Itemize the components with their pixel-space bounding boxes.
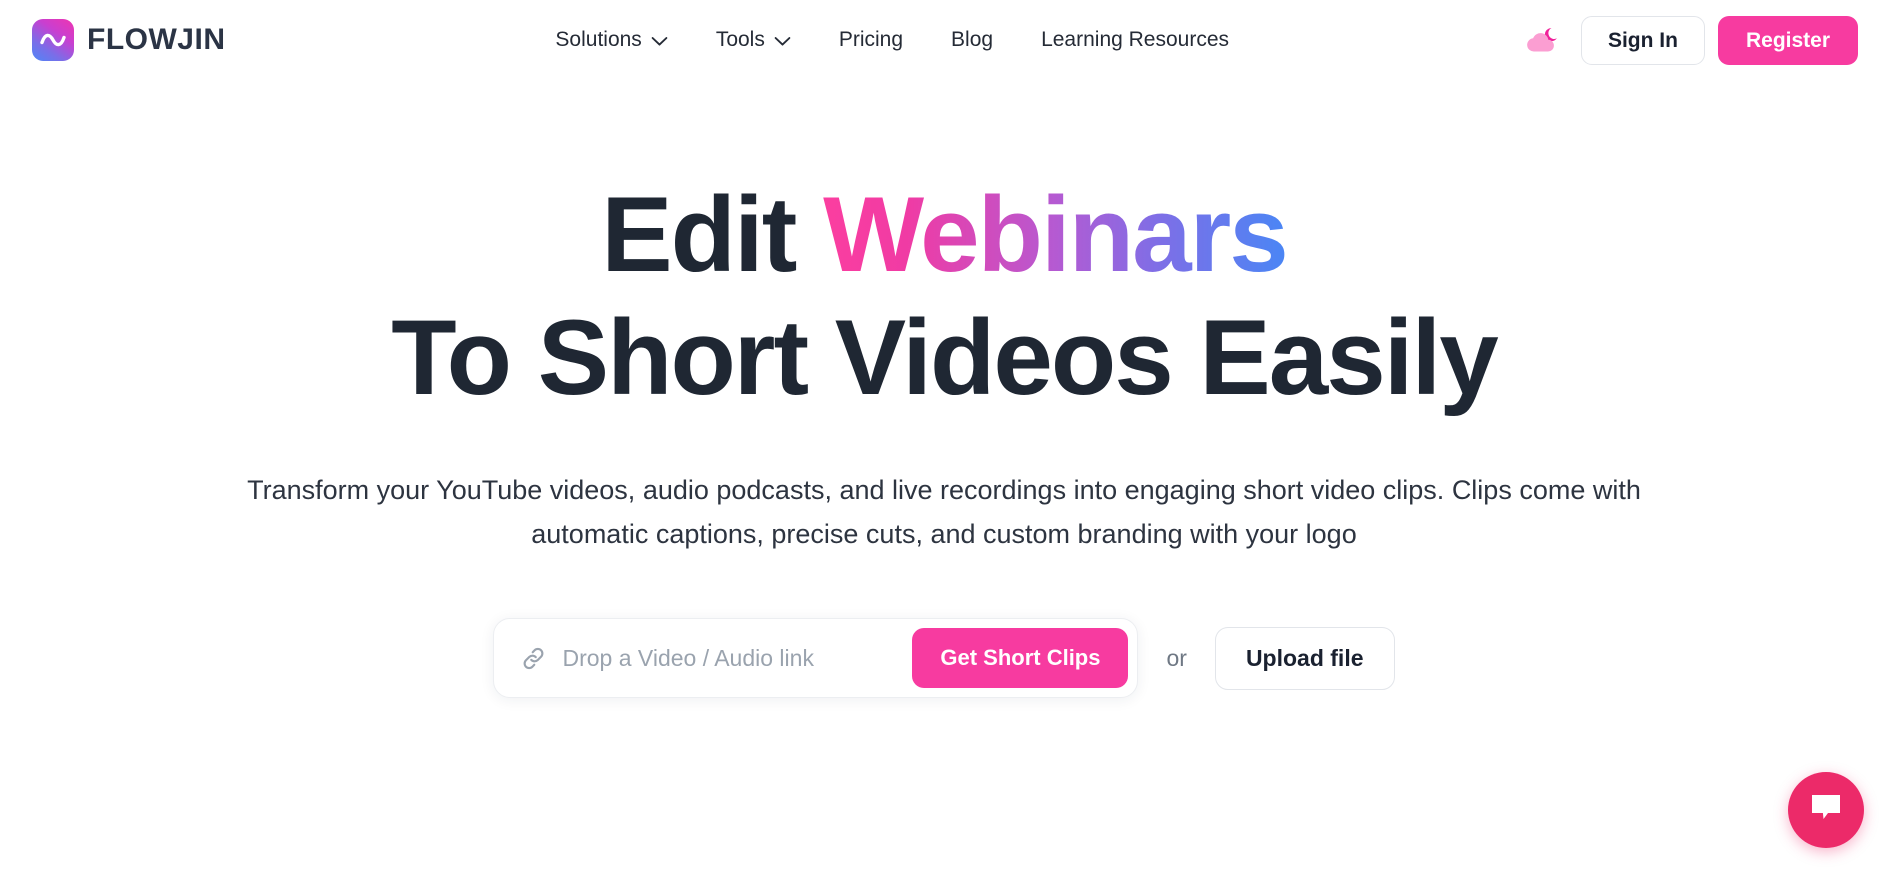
nav-item-label: Tools — [715, 28, 765, 51]
nav-item-blog[interactable]: Blog — [927, 20, 1017, 60]
cloud-moon-icon[interactable] — [1517, 19, 1569, 61]
sign-in-button[interactable]: Sign In — [1580, 15, 1705, 65]
brand-logo[interactable]: FLOWJIN — [32, 19, 226, 61]
brand-name: FLOWJIN — [87, 23, 226, 56]
upload-file-button[interactable]: Upload file — [1214, 626, 1395, 690]
chevron-down-icon — [774, 36, 791, 47]
header-actions: Sign In Register — [1517, 15, 1858, 65]
hero-cta-row: Get Short Clips or Upload file — [0, 618, 1888, 699]
nav-item-learning-resources[interactable]: Learning Resources — [1017, 20, 1253, 60]
nav-item-label: Blog — [951, 28, 994, 51]
main-nav: Solutions Tools Pricing Blog Learning Re… — [268, 20, 1517, 60]
nav-item-label: Solutions — [555, 28, 642, 51]
chat-bubble-icon — [1809, 792, 1843, 829]
hero-subheading: Transform your YouTube videos, audio pod… — [247, 474, 1641, 549]
nav-item-solutions[interactable]: Solutions — [531, 20, 691, 60]
url-input-group: Get Short Clips — [493, 618, 1139, 699]
link-chain-icon — [520, 645, 547, 672]
headline-line-2: To Short Videos Easily — [391, 297, 1499, 418]
get-short-clips-button[interactable]: Get Short Clips — [912, 628, 1129, 689]
or-separator-label: or — [1166, 644, 1187, 671]
chevron-down-icon — [651, 36, 668, 47]
headline-accent-text: Webinars — [823, 174, 1289, 294]
site-header: FLOWJIN Solutions Tools Pricing Blog Lea… — [0, 0, 1888, 80]
chat-widget-button[interactable] — [1788, 772, 1864, 848]
register-button[interactable]: Register — [1717, 15, 1858, 65]
nav-item-tools[interactable]: Tools — [692, 20, 815, 60]
nav-item-label: Learning Resources — [1041, 28, 1230, 51]
wave-tilde-icon — [32, 19, 74, 61]
nav-item-pricing[interactable]: Pricing — [815, 20, 927, 60]
headline-plain-text: Edit — [601, 174, 824, 294]
headline-line-1: Edit Webinars — [601, 174, 1289, 294]
nav-item-label: Pricing — [838, 28, 904, 51]
video-link-input[interactable] — [562, 644, 913, 672]
page-title: Edit Webinars To Short Videos Easily — [0, 177, 1888, 418]
hero-section: Edit Webinars To Short Videos Easily Tra… — [0, 80, 1888, 699]
